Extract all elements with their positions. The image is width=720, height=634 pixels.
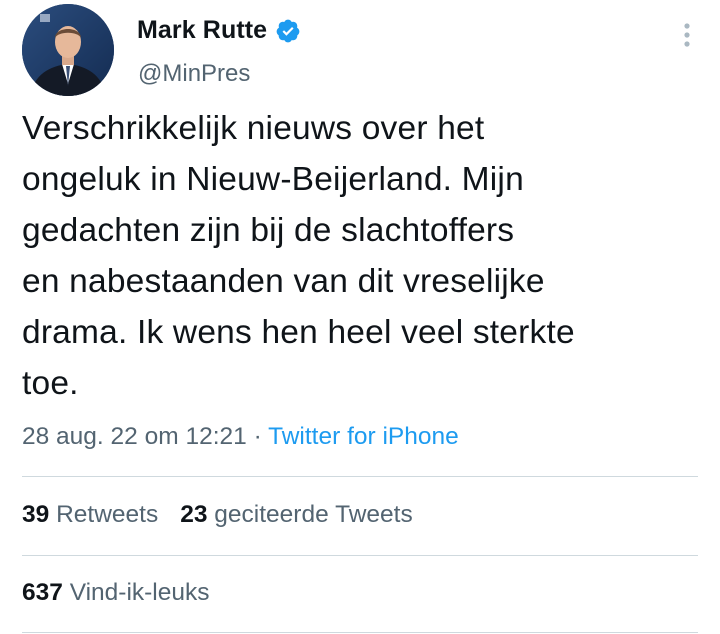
stats-row-likes: 637 Vind-ik-leuks — [22, 579, 210, 607]
tweet-detail: Mark Rutte @MinPres Verschrikkelijk nieu… — [0, 0, 720, 634]
likes-stat[interactable]: 637 Vind-ik-leuks — [22, 579, 210, 606]
user-handle[interactable]: @MinPres — [138, 60, 250, 88]
quotes-count: 23 — [180, 501, 208, 528]
tweet-header: Mark Rutte @MinPres — [22, 4, 698, 100]
profile-photo-icon — [22, 4, 114, 96]
divider — [22, 555, 698, 556]
verified-badge-icon — [276, 19, 300, 42]
tweet-meta: 28 aug. 22 om 12:21 · Twitter for iPhone — [22, 423, 459, 451]
source-link[interactable]: Twitter for iPhone — [268, 423, 459, 450]
quotes-label: geciteerde Tweets — [214, 501, 413, 528]
display-name[interactable]: Mark Rutte — [137, 16, 267, 45]
more-vertical-icon[interactable] — [680, 22, 694, 48]
likes-label: Vind-ik-leuks — [69, 579, 210, 606]
likes-count: 637 — [22, 579, 63, 606]
retweets-stat[interactable]: 39 Retweets — [22, 501, 158, 528]
name-row: Mark Rutte — [137, 16, 301, 45]
divider — [22, 632, 698, 633]
tweet-text: Verschrikkelijk nieuws over het ongeluk … — [22, 110, 575, 402]
meta-separator: · — [246, 423, 269, 450]
divider — [22, 476, 698, 477]
quotes-stat[interactable]: 23 geciteerde Tweets — [180, 501, 412, 528]
retweets-label: Retweets — [56, 501, 159, 528]
avatar[interactable] — [22, 4, 114, 96]
stats-row-retweets: 39 Retweets 23 geciteerde Tweets — [22, 501, 413, 529]
retweets-count: 39 — [22, 501, 50, 528]
timestamp[interactable]: 28 aug. 22 om 12:21 — [22, 423, 247, 450]
